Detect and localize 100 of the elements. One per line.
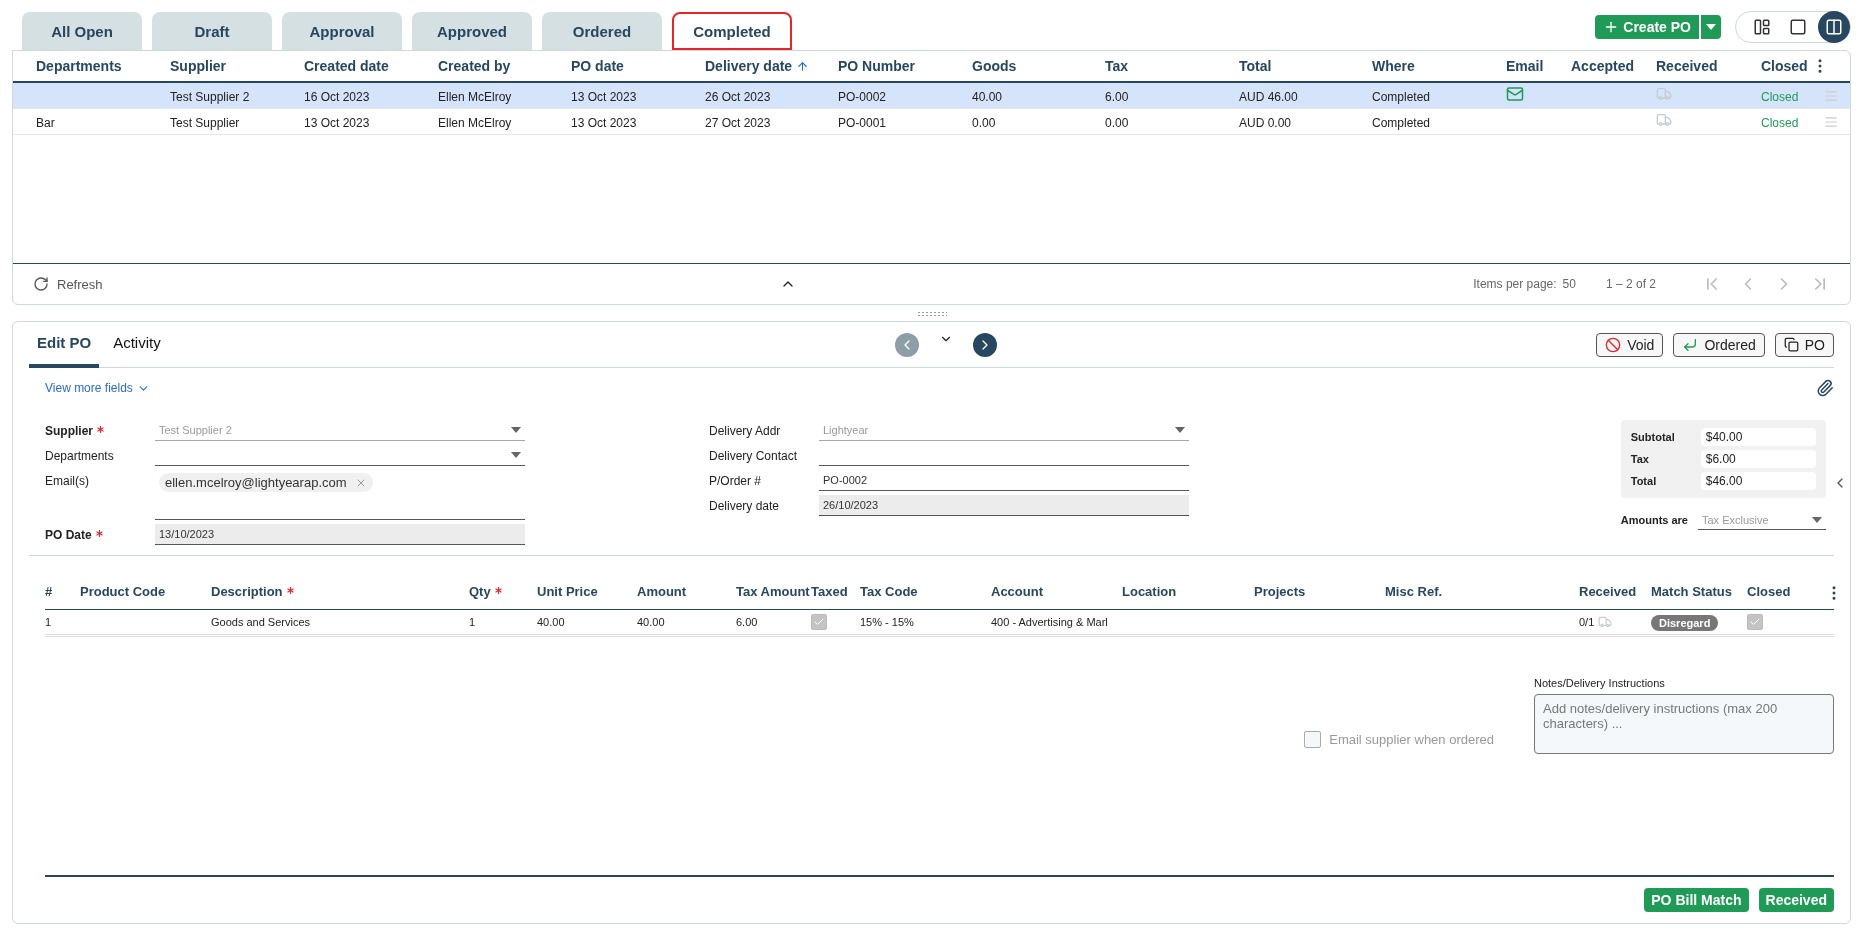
single-panel-icon — [1789, 18, 1807, 36]
table-cell-text: 6.00 — [736, 616, 759, 628]
amounts-label: Amounts are — [1620, 514, 1688, 526]
table-row[interactable]: Test Supplier 2 16 Oct 2023 Ellen McElroy 13 Oct 2023 26 Oct 2023 PO-0002 40.00 6.00 AUD 46.00 Completed Closed — [13, 83, 1850, 109]
notes-label: Notes/Delivery Instructions — [1534, 677, 1666, 689]
table-cell: 13 Oct 2023 — [571, 115, 637, 130]
paperclip-icon[interactable] — [1816, 379, 1834, 397]
field-label: Delivery Contact — [709, 448, 798, 463]
total-label: Tax — [1630, 453, 1650, 465]
table-cell-text: 40.00 — [637, 616, 666, 628]
required-asterisk-icon — [494, 587, 502, 595]
previous-button[interactable] — [894, 332, 919, 357]
field-label: Delivery date — [709, 498, 780, 513]
table-cell: Closed — [1761, 89, 1799, 104]
table-cell: AUD 46.00 — [1239, 89, 1298, 104]
notes-field[interactable]: Add notes/delivery instructions (max 200 characters) ... — [1534, 694, 1834, 754]
column-header[interactable]: Total — [1239, 58, 1272, 74]
column-header: # — [45, 585, 53, 600]
column-header[interactable]: Received — [1656, 58, 1718, 74]
email-chip[interactable]: ellen.mcelroy@lightyearap.com — [159, 473, 373, 492]
action-button[interactable]: PO Bill Match — [1644, 888, 1749, 912]
dropdown-icon — [1175, 427, 1185, 433]
status-tab[interactable]: Approval — [282, 12, 402, 50]
dropdown-button[interactable] — [1701, 15, 1721, 39]
status-tab[interactable]: Draft — [152, 12, 272, 50]
table-cell-text: 40.00 — [537, 616, 566, 628]
split-layout-icon — [1753, 18, 1771, 36]
column-header[interactable]: Goods — [972, 58, 1017, 74]
status-tab[interactable]: Completed — [672, 12, 792, 50]
status-tab[interactable]: All Open — [22, 12, 142, 50]
mail-icon[interactable] — [1506, 84, 1524, 103]
refresh-button[interactable]: Refresh — [33, 276, 103, 292]
action-button[interactable]: Received — [1758, 888, 1834, 912]
column-header: Misc Ref. — [1385, 585, 1443, 600]
table-cell: 13 Oct 2023 — [304, 115, 370, 130]
table-cell: 16 Oct 2023 — [304, 89, 370, 104]
column-header: Product Code — [80, 585, 166, 600]
column-header: Location — [1122, 585, 1177, 600]
total-label: Total — [1630, 475, 1658, 487]
closed-checkbox[interactable] — [1747, 614, 1763, 630]
editor-tab[interactable]: Activity — [105, 321, 169, 368]
table-cell: Bar — [36, 115, 55, 130]
required-asterisk-icon — [286, 587, 294, 595]
column-header[interactable]: Created date — [304, 58, 389, 74]
column-header[interactable]: Email — [1506, 58, 1544, 74]
table-cell: AUD 0.00 — [1239, 115, 1292, 130]
table-cell: PO-0002 — [838, 89, 887, 104]
table-cell: Test Supplier — [170, 115, 240, 130]
column-header: Account — [991, 585, 1043, 600]
truck-icon — [1656, 85, 1672, 102]
column-header[interactable]: Delivery date — [705, 58, 810, 74]
table-cell-text: 400 - Advertising & Marl — [991, 616, 1109, 628]
table-cell-text: 15% - 15% — [860, 616, 915, 628]
dropdown-icon — [511, 427, 521, 433]
items-per-page-value[interactable]: 50 — [1562, 277, 1576, 291]
truck-icon — [1598, 615, 1613, 629]
column-header[interactable]: Tax — [1105, 58, 1129, 74]
refresh-icon — [33, 276, 49, 292]
items-per-page-label: Items per page: — [1473, 277, 1557, 291]
taxed-checkbox[interactable] — [811, 614, 827, 630]
column-header[interactable]: Departments — [36, 58, 122, 74]
truck-icon — [1656, 111, 1672, 128]
action-button[interactable]: PO — [1774, 332, 1834, 357]
column-header[interactable]: Created by — [438, 58, 511, 74]
columns-button[interactable] — [1818, 11, 1850, 43]
column-header[interactable]: Where — [1372, 58, 1415, 74]
table-cell: 0/1 — [1579, 615, 1651, 629]
action-button[interactable]: Ordered — [1673, 332, 1765, 357]
input-field[interactable]: 13/10/2023 — [155, 524, 525, 545]
status-tab[interactable]: Ordered — [542, 12, 662, 50]
field-label: PO Date — [45, 524, 103, 542]
table-cell: Test Supplier 2 — [170, 89, 250, 104]
column-header[interactable]: Accepted — [1571, 58, 1635, 74]
create-po-button[interactable]: Create PO — [1595, 15, 1699, 39]
view-more-link[interactable]: View more fields — [45, 381, 150, 395]
email-field[interactable]: ellen.mcelroy@lightyearap.com — [155, 470, 525, 520]
table-cell: PO-0001 — [838, 115, 887, 130]
table-cell: 13 Oct 2023 — [571, 89, 637, 104]
required-asterisk-icon — [97, 426, 104, 433]
dropdown-icon — [511, 452, 521, 458]
column-header[interactable]: PO Number — [838, 58, 915, 74]
column-header[interactable]: PO date — [571, 58, 624, 74]
check-icon — [813, 616, 825, 628]
column-header[interactable]: Closed — [1761, 58, 1808, 74]
input-field[interactable]: 26/10/2023 — [819, 495, 1189, 516]
status-badge: Disregard — [1651, 615, 1719, 631]
column-header: Amount — [637, 585, 687, 600]
table-cell: Ellen McElroy — [438, 115, 512, 130]
column-header: Closed — [1747, 585, 1791, 600]
column-header: Projects — [1254, 585, 1306, 600]
column-header[interactable]: Supplier — [170, 58, 226, 74]
next-button[interactable] — [972, 332, 997, 357]
action-button[interactable]: Void — [1596, 332, 1664, 357]
editor-tab[interactable]: Edit PO — [29, 321, 100, 368]
table-cell: Completed — [1372, 115, 1431, 130]
table-cell: Completed — [1372, 89, 1431, 104]
prohibited-icon — [1605, 336, 1622, 353]
field-label: Supplier — [45, 420, 104, 438]
status-tab[interactable]: Approved — [412, 12, 532, 50]
total-value: $40.00 — [1700, 428, 1816, 446]
